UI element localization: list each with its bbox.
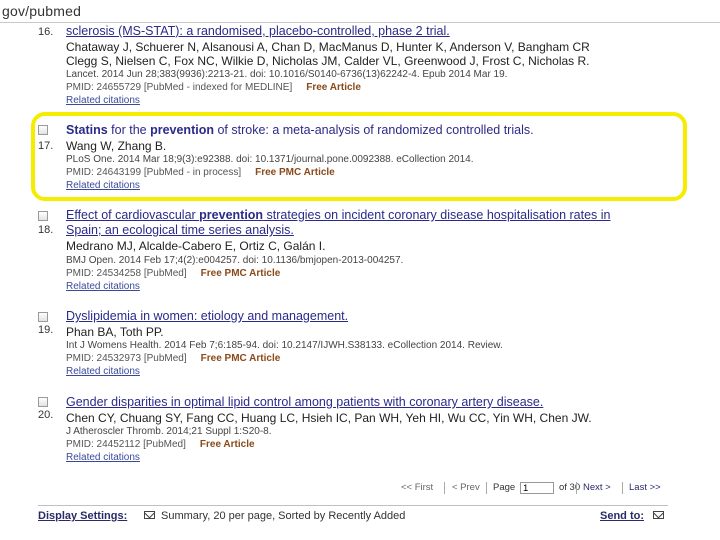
title-text: Effect of cardiovascular	[66, 208, 200, 222]
url-text: gov/pubmed	[2, 3, 82, 19]
pager-divider	[576, 482, 577, 494]
result-pmid: PMID: 24452112 [PubMed] Free Article	[66, 439, 255, 451]
result-source: J Atheroscler Thromb. 2014;21 Suppl 1:S2…	[66, 426, 272, 437]
related-citations-link[interactable]: Related citations	[66, 281, 140, 293]
result-authors: Medrano MJ, Alcalde-Cabero E, Ortiz C, G…	[66, 239, 326, 253]
pager-divider	[444, 482, 445, 494]
footer-divider	[38, 505, 668, 506]
result-source: Lancet. 2014 Jun 28;383(9936):2213-21. d…	[66, 69, 508, 80]
result-title-link[interactable]: sclerosis (MS-STAT): a randomised, place…	[66, 24, 450, 38]
page-number-input[interactable]	[520, 482, 554, 494]
free-article-link[interactable]: Free Article	[306, 82, 361, 93]
highlight-box	[31, 112, 687, 201]
result-number: 19.	[38, 324, 54, 336]
prev-page-button[interactable]: < Prev	[452, 482, 480, 493]
related-citations-link[interactable]: Related citations	[66, 452, 140, 464]
result-title-link[interactable]: Effect of cardiovascular prevention stra…	[66, 208, 611, 222]
free-article-link[interactable]: Free PMC Article	[201, 353, 281, 364]
dropdown-icon[interactable]	[144, 511, 155, 519]
pmid-text: PMID: 24532973 [PubMed]	[66, 353, 187, 364]
free-article-link[interactable]: Free Article	[200, 439, 255, 450]
result-number: 16.	[38, 26, 54, 38]
result-checkbox[interactable]	[38, 211, 48, 221]
address-bar[interactable]: gov/pubmed	[0, 0, 720, 23]
related-citations-link[interactable]: Related citations	[66, 95, 140, 107]
result-authors: Phan BA, Toth PP.	[66, 325, 164, 339]
result-authors: Chataway J, Schuerer N, Alsanousi A, Cha…	[66, 40, 590, 54]
related-citations-link[interactable]: Related citations	[66, 366, 140, 378]
result-number: 20.	[38, 409, 54, 421]
first-page-button[interactable]: << First	[401, 482, 433, 493]
pager-divider	[622, 482, 623, 494]
result-authors: Clegg S, Nielsen C, Fox NC, Wilkie D, Ni…	[66, 54, 590, 68]
result-checkbox[interactable]	[38, 312, 48, 322]
result-source: BMJ Open. 2014 Feb 17;4(2):e004257. doi:…	[66, 255, 404, 266]
result-authors: Chen CY, Chuang SY, Fang CC, Huang LC, H…	[66, 411, 592, 425]
free-article-link[interactable]: Free PMC Article	[201, 268, 281, 279]
result-source: Int J Womens Health. 2014 Feb 7;6:185-94…	[66, 340, 503, 351]
display-settings-summary: Summary, 20 per page, Sorted by Recently…	[161, 510, 406, 522]
pmid-text: PMID: 24655729 [PubMed - indexed for MED…	[66, 82, 293, 93]
result-checkbox[interactable]	[38, 397, 48, 407]
dropdown-icon[interactable]	[653, 511, 664, 519]
pager-divider	[486, 482, 487, 494]
next-page-button[interactable]: Next >	[583, 482, 611, 493]
title-text: strategies on incident coronary disease …	[263, 208, 611, 222]
result-title-link[interactable]: Gender disparities in optimal lipid cont…	[66, 395, 543, 409]
pmid-text: PMID: 24534258 [PubMed]	[66, 268, 187, 279]
result-pmid: PMID: 24655729 [PubMed - indexed for MED…	[66, 82, 361, 94]
result-title-link-continued[interactable]: Spain; an ecological time series analysi…	[66, 223, 294, 237]
send-to-link[interactable]: Send to:	[600, 510, 644, 522]
result-title-link[interactable]: Dyslipidemia in women: etiology and mana…	[66, 309, 348, 323]
page-label: Page	[493, 482, 516, 493]
display-settings-link[interactable]: Display Settings:	[38, 510, 127, 522]
result-pmid: PMID: 24534258 [PubMed] Free PMC Article	[66, 268, 280, 280]
result-pmid: PMID: 24532973 [PubMed] Free PMC Article	[66, 353, 280, 365]
result-number: 18.	[38, 224, 54, 236]
title-keyword: prevention	[199, 208, 264, 222]
last-page-button[interactable]: Last >>	[629, 482, 661, 493]
pmid-text: PMID: 24452112 [PubMed]	[66, 439, 186, 450]
